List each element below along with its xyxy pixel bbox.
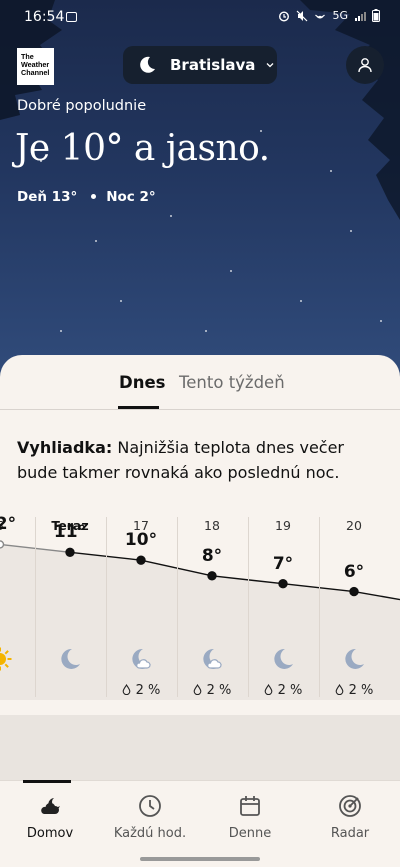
moon-cloud-icon bbox=[129, 647, 153, 671]
tab-today[interactable]: Dnes bbox=[119, 373, 165, 392]
hour-temperature: 6° bbox=[343, 561, 365, 582]
moon-icon bbox=[342, 647, 366, 671]
nav-home-label: Domov bbox=[26, 826, 74, 841]
hour-column[interactable]: 19 7° 2 % bbox=[248, 505, 318, 700]
bottom-navigation: Domov Každú hod. Denne Radar bbox=[0, 780, 400, 867]
user-icon bbox=[358, 58, 372, 73]
status-icons: 5G bbox=[278, 9, 380, 22]
current-conditions-headline: Je 10° a jasno. bbox=[15, 128, 270, 169]
gallery-notification-icon bbox=[66, 12, 77, 22]
nav-daily[interactable]: Denne bbox=[200, 781, 300, 851]
nav-hourly[interactable]: Každú hod. bbox=[100, 781, 200, 851]
mute-icon bbox=[297, 10, 308, 21]
network-type: 5G bbox=[332, 9, 348, 22]
tab-this-week[interactable]: Tento týždeň bbox=[179, 373, 285, 392]
hour-column[interactable]: 17 10° 2 % bbox=[106, 505, 176, 700]
raindrop-icon bbox=[193, 683, 201, 696]
battery-icon bbox=[372, 9, 380, 22]
signal-icon bbox=[355, 11, 366, 21]
day-temp: Deň 13° bbox=[17, 189, 78, 205]
nav-daily-label: Denne bbox=[228, 826, 272, 841]
sun-icon bbox=[0, 647, 12, 671]
gesture-home-bar bbox=[140, 857, 260, 861]
hour-column[interactable]: 20 6° 2 % bbox=[319, 505, 389, 700]
location-selector-button[interactable]: Bratislava bbox=[123, 46, 277, 84]
forecast-sheet: Dnes Tento týždeň Vyhliadka: Najnižšia t… bbox=[0, 355, 400, 780]
raindrop-icon bbox=[335, 683, 343, 696]
raindrop-icon bbox=[122, 683, 130, 696]
location-name: Bratislava bbox=[170, 56, 256, 74]
hour-precipitation: 2 % bbox=[177, 683, 247, 698]
hour-column[interactable]: 512° bbox=[0, 505, 35, 700]
hotspot-icon bbox=[315, 14, 326, 18]
radar-icon bbox=[339, 795, 361, 817]
moon-icon bbox=[271, 647, 295, 671]
hour-temperature: 11° bbox=[53, 522, 87, 543]
nav-active-indicator bbox=[23, 780, 71, 783]
raindrop-icon bbox=[264, 683, 272, 696]
hour-temperature: 7° bbox=[272, 553, 294, 574]
calendar-icon bbox=[240, 796, 260, 816]
hour-temperature: 8° bbox=[201, 545, 223, 566]
hour-precipitation: 2 % bbox=[319, 683, 389, 698]
active-tab-indicator bbox=[118, 406, 159, 409]
hour-column[interactable]: Teraz 11° bbox=[35, 505, 105, 700]
weather-channel-logo: The Weather Channel bbox=[17, 48, 54, 85]
alarm-icon bbox=[279, 10, 290, 22]
hour-label: 18 bbox=[204, 518, 220, 533]
cloud-moon-icon bbox=[41, 798, 60, 814]
hour-label: 20 bbox=[346, 518, 362, 533]
nav-radar-label: Radar bbox=[330, 826, 370, 841]
hour-precipitation: 2 % bbox=[248, 683, 318, 698]
nav-radar[interactable]: Radar bbox=[300, 781, 400, 851]
chevron-down-icon bbox=[266, 63, 274, 68]
status-bar: 16:54 5G bbox=[0, 0, 400, 36]
nav-home[interactable]: Domov bbox=[0, 780, 100, 851]
clock-icon bbox=[139, 795, 161, 817]
forecast-tabs: Dnes Tento týždeň bbox=[0, 355, 400, 410]
outlook-text: Vyhliadka: Najnižšia teplota dnes večer … bbox=[17, 435, 383, 485]
outlook-label: Vyhliadka: bbox=[17, 438, 113, 457]
status-time: 16:54 bbox=[24, 9, 65, 25]
moon-cloud-icon bbox=[200, 647, 224, 671]
hour-column[interactable]: 18 8° 2 % bbox=[177, 505, 247, 700]
greeting: Dobré popoludnie bbox=[17, 98, 147, 114]
hour-temperature: 12° bbox=[0, 514, 17, 535]
hour-temperature: 10° bbox=[124, 530, 158, 551]
moon-icon bbox=[58, 647, 82, 671]
hour-precipitation: 2 % bbox=[106, 683, 176, 698]
profile-button[interactable] bbox=[346, 46, 384, 84]
moon-icon bbox=[140, 56, 155, 73]
hourly-forecast[interactable]: 512°Teraz11°1710°2 %188°2 %197°2 %206°2 … bbox=[0, 505, 400, 715]
nav-hourly-label: Každú hod. bbox=[113, 826, 187, 841]
night-temp: Noc 2° bbox=[106, 189, 156, 205]
hour-label: 19 bbox=[275, 518, 291, 533]
next-section-placeholder bbox=[0, 715, 400, 780]
day-night-temps: Deň 13° Noc 2° bbox=[17, 189, 156, 205]
